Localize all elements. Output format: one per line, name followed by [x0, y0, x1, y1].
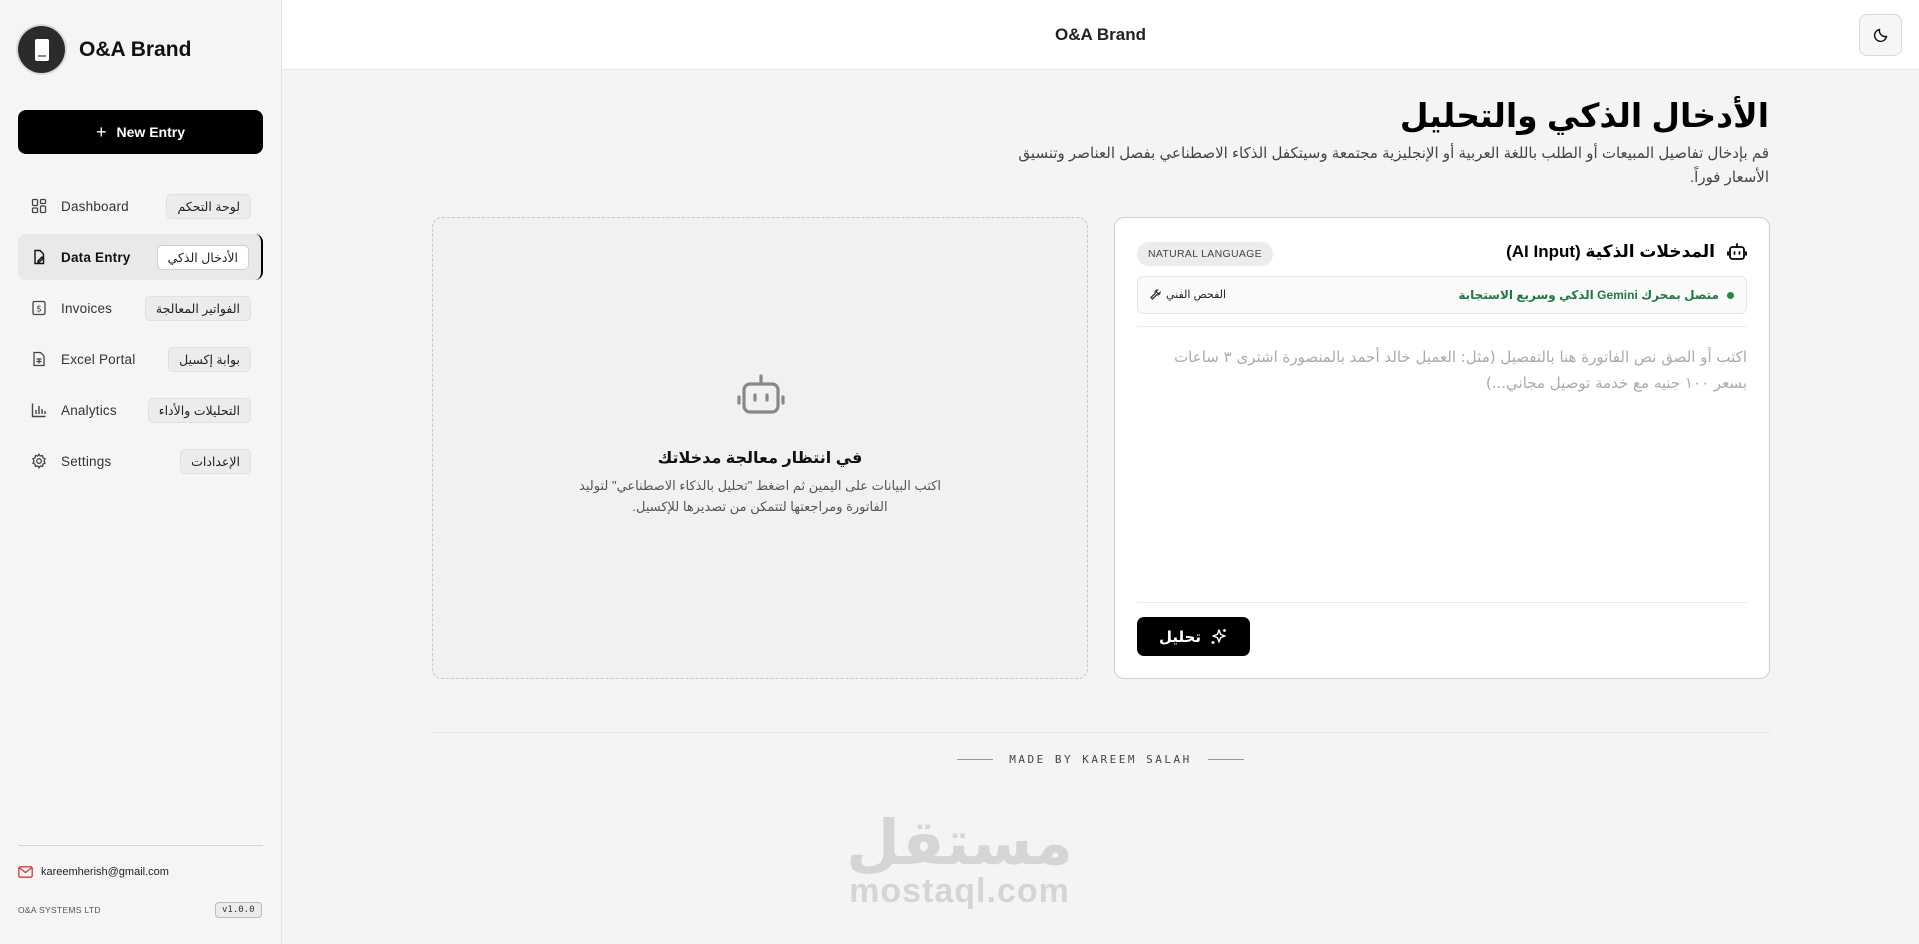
brand-logo: [18, 26, 65, 73]
sidebar-item-label: Analytics: [61, 402, 117, 418]
robot-icon: [737, 374, 785, 414]
sidebar: O&A Brand + New Entry Dashboard لوحة الت…: [0, 0, 282, 944]
invoice-text-input[interactable]: [1137, 344, 1747, 594]
header-title: O&A Brand: [1055, 25, 1146, 44]
ai-card-title: المدخلات الذكية (AI Input): [1506, 242, 1715, 261]
sparkles-icon: [1211, 628, 1227, 644]
tech-check-label: الفحص الفني: [1166, 289, 1227, 301]
footer-divider: [432, 732, 1770, 733]
sidebar-divider: [18, 845, 263, 846]
mail-icon: [18, 866, 33, 878]
connection-status: متصل بمحرك Gemini الذكي وسريع الاستجابة: [1458, 288, 1734, 302]
wrench-icon: [1150, 289, 1161, 300]
moon-icon: [1873, 28, 1887, 43]
sidebar-item-badge: الأدخال الذكي: [156, 244, 249, 270]
new-entry-button[interactable]: + New Entry: [18, 110, 263, 154]
sidebar-item-analytics[interactable]: Analytics التحليلات والأداء: [18, 387, 263, 433]
sidebar-item-invoices[interactable]: $ Invoices الفواتير المعالجة: [18, 285, 263, 331]
plus-icon: +: [96, 122, 107, 142]
status-dot: [1727, 291, 1734, 299]
sidebar-item-badge: الإعدادات: [180, 448, 251, 474]
top-header: O&A Brand: [282, 0, 1919, 70]
sidebar-item-excel-portal[interactable]: Excel Portal بوابة إكسيل: [18, 336, 263, 382]
credit-dash: [1207, 759, 1244, 760]
made-by-text: MADE BY KAREEM SALAH: [1009, 753, 1192, 766]
sidebar-item-dashboard[interactable]: Dashboard لوحة التحكم: [18, 183, 263, 229]
sidebar-item-badge: لوحة التحكم: [166, 193, 251, 219]
waiting-description: اكتب البيانات على اليمين ثم اضغط "تحليل …: [579, 478, 941, 514]
version-badge: v1.0.0: [215, 902, 262, 918]
watermark-latin: mostaql.com: [849, 872, 1070, 910]
contact-email[interactable]: kareemherish@gmail.com: [18, 866, 169, 878]
page-title: الأدخال الذكي والتحليل: [1399, 97, 1769, 134]
status-text: متصل بمحرك Gemini الذكي وسريع الاستجابة: [1458, 288, 1719, 302]
sidebar-item-badge: الفواتير المعالجة: [144, 295, 251, 321]
sidebar-item-label: Settings: [61, 453, 112, 469]
connection-status-bar: متصل بمحرك Gemini الذكي وسريع الاستجابة …: [1137, 276, 1747, 314]
natural-language-badge: NATURAL LANGUAGE: [1137, 242, 1273, 266]
divider: [1137, 326, 1747, 327]
sidebar-item-data-entry[interactable]: Data Entry الأدخال الذكي: [18, 234, 263, 280]
waiting-title: في انتظار معالجة مدخلاتك: [657, 450, 863, 467]
svg-text:$: $: [36, 305, 42, 315]
sidebar-item-label: Dashboard: [61, 198, 129, 214]
analyze-button[interactable]: تحليل: [1137, 617, 1250, 656]
brand-name: O&A Brand: [79, 37, 192, 61]
dashboard-icon: [31, 198, 47, 214]
data-entry-icon: [31, 249, 47, 265]
ai-card-header: المدخلات الذكية (AI Input): [1506, 242, 1747, 262]
sidebar-nav: Dashboard لوحة التحكم Data Entry الأدخال…: [18, 183, 263, 489]
credit-dash: [957, 759, 994, 760]
sidebar-item-settings[interactable]: Settings الإعدادات: [18, 438, 263, 484]
brand[interactable]: O&A Brand: [18, 26, 191, 73]
ai-input-card: المدخلات الذكية (AI Input) NATURAL LANGU…: [1114, 217, 1770, 679]
divider: [1137, 602, 1747, 603]
sidebar-item-label: Data Entry: [61, 249, 131, 265]
tech-check-button[interactable]: الفحص الفني: [1150, 288, 1226, 301]
made-by-credit: MADE BY KAREEM SALAH: [0, 753, 1919, 766]
spreadsheet-icon: [31, 351, 47, 367]
new-entry-label: New Entry: [116, 124, 185, 140]
watermark-arabic: مستقل: [846, 809, 1073, 878]
sidebar-item-badge: التحليلات والأداء: [147, 397, 251, 423]
analyze-label: تحليل: [1158, 628, 1202, 646]
mostaql-watermark: مستقل mostaql.com: [842, 809, 1077, 910]
gear-icon: [31, 453, 47, 469]
invoice-icon: $: [31, 300, 47, 316]
results-placeholder-card: في انتظار معالجة مدخلاتك اكتب البيانات ع…: [432, 217, 1088, 679]
sidebar-item-label: Excel Portal: [61, 351, 136, 367]
chart-icon: [31, 402, 47, 418]
robot-icon: [1727, 243, 1747, 260]
sidebar-item-label: Invoices: [61, 300, 113, 316]
company-name: O&A SYSTEMS LTD: [18, 905, 101, 915]
email-text: kareemherish@gmail.com: [41, 866, 169, 878]
sidebar-item-badge: بوابة إكسيل: [168, 346, 251, 372]
page-description: قم بإدخال تفاصيل المبيعات أو الطلب باللغ…: [1018, 145, 1769, 186]
theme-toggle-button[interactable]: [1859, 14, 1902, 56]
